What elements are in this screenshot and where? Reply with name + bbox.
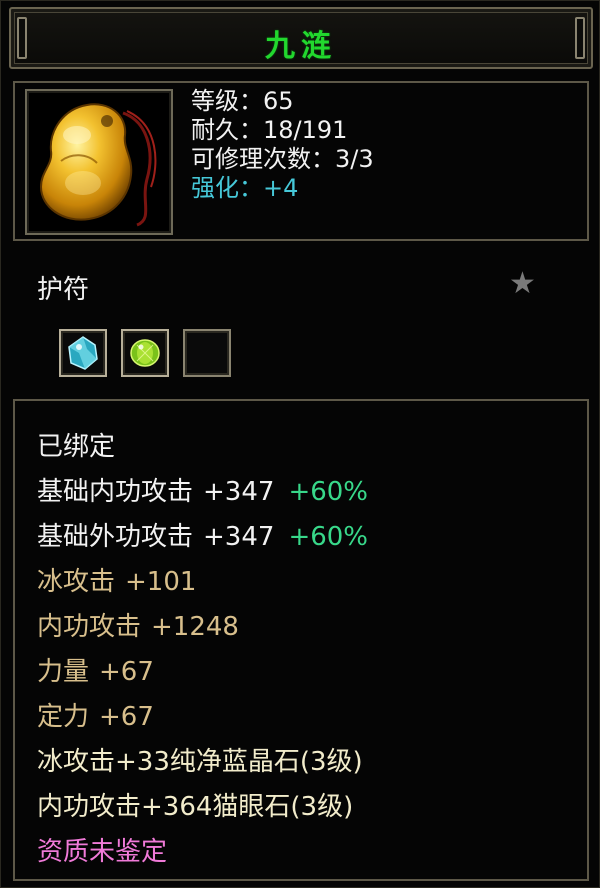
quality-status: 资质未鉴定 [37,837,168,867]
attribute-list: 已绑定 基础内功攻击 +347 +60% 基础外功攻击 +347 +60% 冰攻击 +10… [37,425,368,875]
blue-crystal-gem-icon [68,336,98,370]
attr-label: 基础内功攻击 [37,477,194,507]
gem-bonus-2: 内功攻击+364猫眼石(3级) [37,792,354,822]
empty-socket-icon [183,329,231,377]
socket-2 [121,329,169,377]
amber-jade-pendant-icon [39,103,157,227]
repair-count-stat: 可修理次数：3/3 [191,145,374,173]
gem-bonus-1: 冰攻击+33纯净蓝晶石(3级) [37,747,363,777]
inner-attack-row: 内功攻击 +1248 [37,605,368,650]
attr-label: 力量 [37,657,90,687]
attr-bonus: +60% [288,477,369,507]
bound-status: 已绑定 [37,432,116,462]
attr-bonus: +60% [288,522,369,552]
attr-value: +347 [203,522,275,552]
base-outer-attack-row: 基础外功攻击 +347 +60% [37,515,368,560]
base-inner-attack-row: 基础内功攻击 +347 +60% [37,470,368,515]
socket-1 [59,329,107,377]
attr-label: 冰攻击 [37,567,116,597]
attr-value: +101 [125,567,197,597]
green-cats-eye-gem-icon [130,339,160,367]
attr-value: +347 [203,477,275,507]
focus-row: 定力 +67 [37,695,368,740]
ice-attack-row: 冰攻击 +101 [37,560,368,605]
title-bar-right-ornament [575,17,585,59]
attr-label: 基础外功攻击 [37,522,194,552]
attr-value: +67 [99,702,154,732]
title-bar: 九涟 [9,7,593,69]
attr-label: 内功攻击 [37,612,142,642]
item-stats: 等级：65 耐久：18/191 可修理次数：3/3 强化：+4 [191,87,374,203]
item-image-frame [25,89,173,235]
enhance-stat: 强化：+4 [191,174,299,202]
star-icon[interactable]: ★ [509,269,536,299]
attr-value: +1248 [151,612,239,642]
durability-stat: 耐久：18/191 [191,116,348,144]
attributes-box: 已绑定 基础内功攻击 +347 +60% 基础外功攻击 +347 +60% 冰攻击 +10… [13,399,589,881]
attr-value: +67 [99,657,154,687]
item-type: 护符 [37,275,90,305]
strength-row: 力量 +67 [37,650,368,695]
item-info-box: 等级：65 耐久：18/191 可修理次数：3/3 强化：+4 [13,81,589,241]
item-name: 九涟 [265,29,337,64]
item-tooltip: 九涟 等级：65 耐久：18/191 可修理次数：3/3 强化：+4 护符 ★ … [0,0,600,888]
attr-label: 定力 [37,702,90,732]
level-stat: 等级：65 [191,87,294,115]
